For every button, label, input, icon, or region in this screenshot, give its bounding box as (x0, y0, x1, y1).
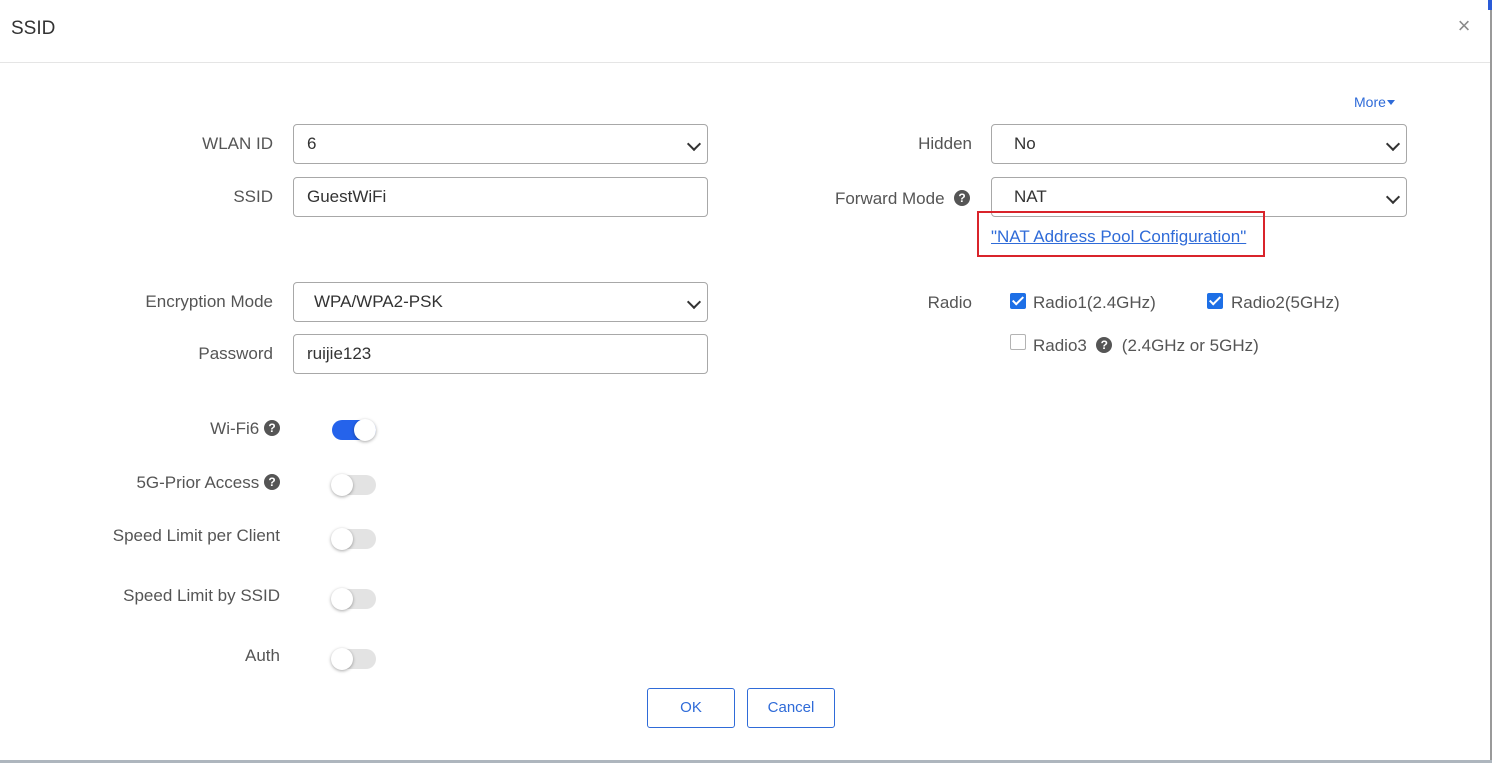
encryption-mode-label: Encryption Mode (145, 292, 273, 311)
header-divider (0, 62, 1490, 63)
ssid-label: SSID (233, 187, 273, 206)
auth-label: Auth (245, 646, 280, 665)
wlan-id-label: WLAN ID (202, 134, 273, 153)
wifi6-label: Wi-Fi6 ? (100, 419, 280, 439)
radio3-band-note: (2.4GHz or 5GHz) (1121, 336, 1259, 355)
5g-prior-access-toggle[interactable] (331, 474, 376, 496)
password-input[interactable]: ruijie123 (293, 334, 708, 374)
auth-toggle[interactable] (331, 648, 376, 670)
radio1-label: Radio1(2.4GHz) (1033, 293, 1156, 312)
encryption-mode-select[interactable]: WPA/WPA2-PSK (293, 282, 708, 322)
ssid-input[interactable]: GuestWiFi (293, 177, 708, 217)
radio1-checkbox[interactable] (1010, 293, 1026, 309)
5g-prior-access-label-text: 5G-Prior Access (136, 473, 260, 492)
encryption-mode-value: WPA/WPA2-PSK (314, 292, 443, 311)
toggle-knob (354, 419, 376, 441)
speed-limit-per-client-label: Speed Limit per Client (112, 526, 280, 545)
password-label: Password (198, 344, 273, 363)
hidden-value: No (1014, 134, 1036, 153)
wifi6-label-text: Wi-Fi6 (210, 419, 260, 438)
radio2-checkbox[interactable] (1207, 293, 1223, 309)
wlan-id-value: 6 (307, 134, 317, 153)
nat-address-pool-link[interactable]: "NAT Address Pool Configuration" (991, 227, 1246, 247)
dialog-title: SSID (11, 18, 56, 39)
toggle-knob (331, 474, 353, 496)
chevron-down-icon (686, 294, 702, 310)
5g-prior-access-label: 5G-Prior Access ? (60, 473, 280, 493)
hidden-label: Hidden (918, 134, 972, 153)
radio3-checkbox[interactable] (1010, 334, 1026, 350)
help-icon[interactable]: ? (954, 190, 970, 206)
toggle-knob (331, 588, 353, 610)
close-icon[interactable]: × (1454, 14, 1474, 38)
speed-limit-per-client-toggle[interactable] (331, 528, 376, 550)
radio-label: Radio (927, 293, 972, 312)
wlan-id-select[interactable]: 6 (293, 124, 708, 164)
forward-mode-label-text: Forward Mode (834, 189, 945, 208)
cancel-button[interactable]: Cancel (747, 688, 835, 728)
caret-down-icon (1386, 100, 1395, 105)
window-edge-accent (1488, 0, 1492, 10)
radio3-label-group: Radio3 ? (2.4GHz or 5GHz) (1033, 336, 1259, 356)
ok-button[interactable]: OK (647, 688, 735, 728)
help-icon[interactable]: ? (1096, 337, 1113, 353)
forward-mode-value: NAT (1014, 187, 1047, 206)
wifi6-toggle[interactable] (332, 419, 376, 441)
more-label: More (1354, 94, 1386, 110)
radio3-label: Radio3 (1033, 336, 1087, 355)
more-dropdown[interactable]: More (1354, 94, 1395, 110)
hidden-select[interactable]: No (991, 124, 1407, 164)
speed-limit-by-ssid-toggle[interactable] (331, 588, 376, 610)
radio2-label: Radio2(5GHz) (1231, 293, 1340, 312)
toggle-knob (331, 648, 353, 670)
toggle-knob (331, 528, 353, 550)
help-icon[interactable]: ? (264, 420, 280, 436)
forward-mode-label: Forward Mode ? (790, 189, 970, 209)
chevron-down-icon (1385, 136, 1401, 152)
help-icon[interactable]: ? (264, 474, 280, 490)
chevron-down-icon (1385, 189, 1401, 205)
speed-limit-by-ssid-label: Speed Limit by SSID (123, 586, 280, 605)
chevron-down-icon (686, 136, 702, 152)
